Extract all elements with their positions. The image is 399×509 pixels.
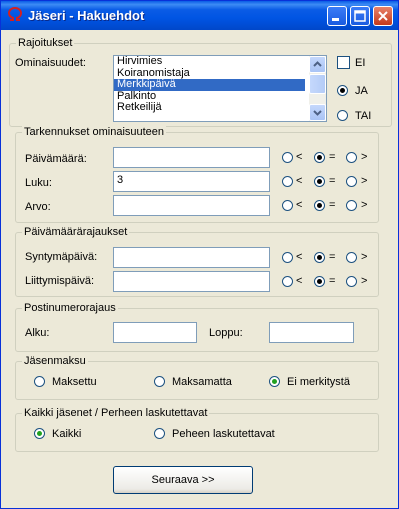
laskutus-legend: Kaikki jäsenet / Perheen laskutettavat [22,407,210,419]
ei-merkitysta-label: Ei merkitystä [287,376,350,388]
syntymapaiva-eq-radio[interactable] [314,252,325,263]
jasenmaksu-legend: Jäsenmaksu [22,355,88,367]
eq-symbol: = [329,275,336,287]
window-title: Jäseri - Hakuehdot [28,8,145,23]
paivamaara-lt-radio[interactable] [282,152,293,163]
omega-app-icon [7,6,23,23]
arvo-field[interactable] [113,195,270,216]
lt-symbol: < [296,275,303,287]
gt-symbol: > [361,275,368,287]
liittymispaiva-gt-radio[interactable] [346,276,357,287]
scroll-thumb[interactable] [309,74,326,94]
eq-symbol: = [329,251,336,263]
loppu-field[interactable] [269,322,354,343]
gt-symbol: > [361,199,368,211]
luku-field[interactable]: 3 [113,171,270,192]
maksettu-label: Maksettu [52,376,97,388]
loppu-label: Loppu: [209,327,243,339]
peheen-laskutettavat-label: Peheen laskutettavat [172,428,275,440]
list-item[interactable]: Hirvimies [114,56,305,68]
paivamaara-gt-radio[interactable] [346,152,357,163]
peheen-laskutettavat-radio[interactable] [154,428,165,439]
title-bar[interactable]: Jäseri - Hakuehdot [1,1,398,30]
arvo-gt-radio[interactable] [346,200,357,211]
paivamaara-field[interactable] [113,147,270,168]
alku-field[interactable] [113,322,197,343]
gt-symbol: > [361,251,368,263]
lt-symbol: < [296,251,303,263]
seuraava-button[interactable]: Seuraava >> [113,466,253,494]
minimize-button[interactable] [327,6,347,26]
eq-symbol: = [329,199,336,211]
arvo-eq-radio[interactable] [314,200,325,211]
liittymispaiva-lt-radio[interactable] [282,276,293,287]
kaikki-radio[interactable] [34,428,45,439]
close-button[interactable] [373,6,393,26]
lt-symbol: < [296,199,303,211]
scroll-down-button[interactable] [309,104,326,121]
tai-radio[interactable] [337,110,348,121]
gt-symbol: > [361,151,368,163]
listbox-scrollbar[interactable] [309,56,326,121]
ominaisuudet-label: Ominaisuudet: [15,57,86,69]
kaikki-label: Kaikki [52,428,82,440]
maximize-button[interactable] [350,6,370,26]
liittymispaiva-label: Liittymispäivä: [25,275,95,287]
liittymispaiva-field[interactable] [113,271,270,292]
arvo-lt-radio[interactable] [282,200,293,211]
maksettu-radio[interactable] [34,376,45,387]
syntymapaiva-gt-radio[interactable] [346,252,357,263]
liittymispaiva-eq-radio[interactable] [314,276,325,287]
ominaisuudet-listbox[interactable]: Hirvimies Koiranomistaja Merkkipäivä Pal… [113,55,327,122]
luku-gt-radio[interactable] [346,176,357,187]
ei-label: EI [355,57,366,69]
syntymapaiva-field[interactable] [113,247,270,268]
chevron-up-icon [313,61,322,67]
ja-radio[interactable] [337,85,348,96]
tarkennukset-legend: Tarkennukset ominaisuuteen [22,126,167,138]
arvo-label: Arvo: [25,201,51,213]
syntymapaiva-label: Syntymäpäivä: [25,251,98,263]
ja-label: JA [355,85,368,97]
tai-label: TAI [355,110,372,122]
lt-symbol: < [296,151,303,163]
gt-symbol: > [361,175,368,187]
luku-eq-radio[interactable] [314,176,325,187]
postinumerorajaus-legend: Postinumerorajaus [22,302,118,314]
rajoitukset-legend: Rajoitukset [16,37,75,49]
eq-symbol: = [329,175,336,187]
ei-checkbox[interactable] [337,56,350,69]
list-item-selected[interactable]: Merkkipäivä [114,78,305,91]
paivamaararajaukset-legend: Päivämäärärajaukset [22,226,130,238]
luku-label: Luku: [25,177,52,189]
paivamaara-label: Päivämäärä: [25,153,87,165]
ei-merkitysta-radio[interactable] [269,376,280,387]
paivamaara-eq-radio[interactable] [314,152,325,163]
syntymapaiva-lt-radio[interactable] [282,252,293,263]
lt-symbol: < [296,175,303,187]
list-item[interactable]: Retkeilijä [114,101,305,114]
eq-symbol: = [329,151,336,163]
scroll-up-button[interactable] [309,56,326,73]
luku-lt-radio[interactable] [282,176,293,187]
maksamatta-radio[interactable] [154,376,165,387]
search-criteria-window: Jäseri - Hakuehdot Rajoitukset Ominaisuu… [0,0,399,509]
chevron-down-icon [313,110,322,116]
maksamatta-label: Maksamatta [172,376,232,388]
alku-label: Alku: [25,327,50,339]
